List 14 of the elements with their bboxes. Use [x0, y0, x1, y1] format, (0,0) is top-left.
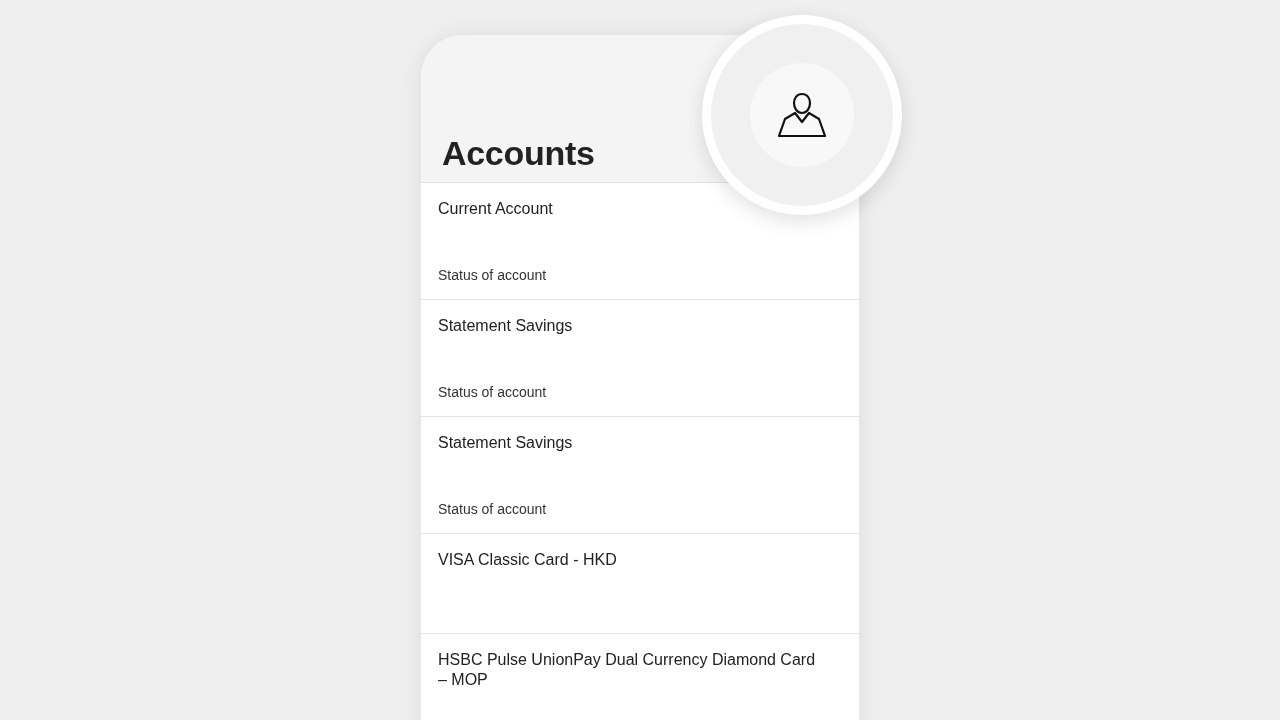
account-row[interactable]: Statement Savings Status of account	[421, 417, 859, 534]
account-name: VISA Classic Card - HKD	[438, 550, 618, 570]
person-icon	[778, 92, 826, 138]
account-status: Status of account	[438, 384, 548, 400]
account-row[interactable]: HSBC Pulse UnionPay Dual Currency Diamond Card – MOP	[421, 634, 859, 720]
account-name: HSBC Pulse UnionPay Dual Currency Diamond Card – MOP	[438, 650, 817, 690]
account-status: Status of account	[438, 501, 548, 517]
account-status: Status of account	[438, 267, 548, 283]
account-row[interactable]: Statement Savings Status of account	[421, 300, 859, 417]
page-title: Accounts	[442, 134, 595, 173]
account-name: Statement Savings	[438, 316, 574, 336]
account-row[interactable]: VISA Classic Card - HKD	[421, 534, 859, 634]
account-name: Statement Savings	[438, 433, 574, 453]
account-name: Current Account	[438, 199, 554, 219]
